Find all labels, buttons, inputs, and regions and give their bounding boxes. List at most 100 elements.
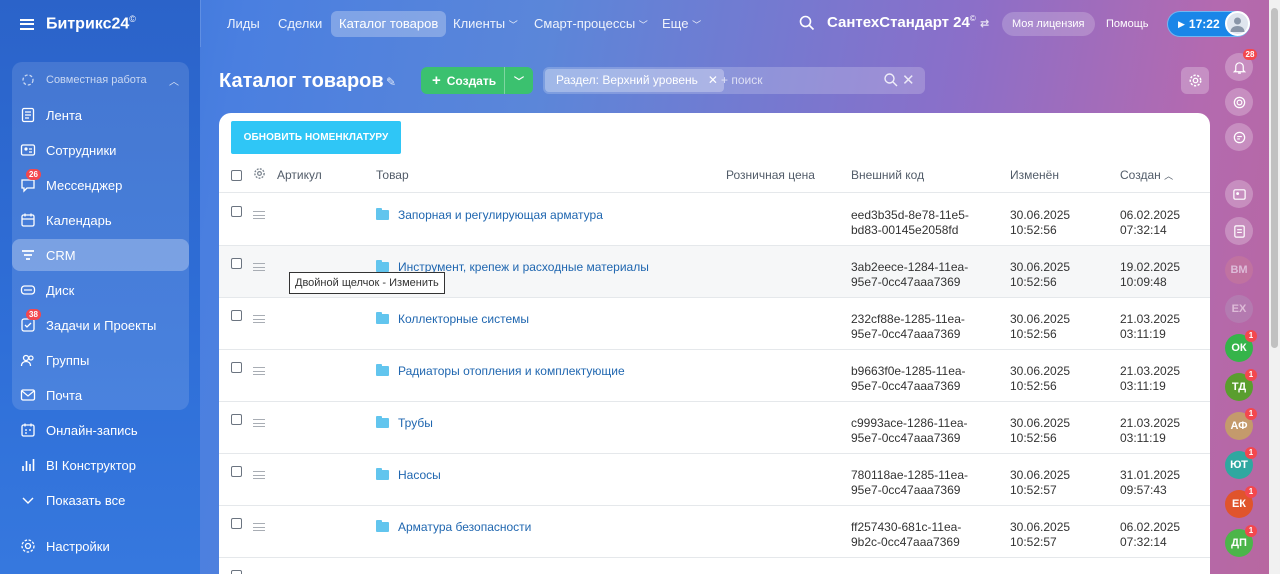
column-article[interactable]: Артикул bbox=[277, 168, 322, 182]
row-menu-icon[interactable] bbox=[253, 419, 265, 427]
product-name-link[interactable]: Коллекторные системы bbox=[398, 312, 529, 326]
columns-gear-icon[interactable] bbox=[253, 167, 266, 183]
table-row[interactable]: Коллекторные системы 232cf88e-1285-11ea- 9… bbox=[219, 298, 1210, 350]
table-row[interactable]: Радиаторы отопления и комплектующие b9663… bbox=[219, 350, 1210, 402]
chat-button[interactable] bbox=[1225, 123, 1253, 151]
sidebar-item-tasks[interactable]: 38 Задачи и Проекты bbox=[12, 309, 189, 341]
groups-icon bbox=[20, 352, 36, 368]
logo[interactable]: Битрикс24© bbox=[20, 14, 136, 34]
help-button[interactable]: Помощь bbox=[1096, 12, 1159, 36]
chat-avatar[interactable]: АФ 1 bbox=[1225, 408, 1257, 440]
chevron-down-icon: ﹀ bbox=[508, 20, 518, 30]
sidebar-item-crm[interactable]: CRM bbox=[12, 239, 189, 271]
row-checkbox[interactable] bbox=[231, 414, 242, 425]
row-checkbox[interactable] bbox=[231, 518, 242, 529]
sidebar-group-header[interactable]: Совместная работа ︿ bbox=[12, 64, 189, 96]
sidebar-item-feed[interactable]: Лента bbox=[12, 99, 189, 131]
notes-button[interactable] bbox=[1225, 217, 1253, 245]
row-checkbox[interactable] bbox=[231, 466, 242, 477]
sidebar-item-employees[interactable]: Сотрудники bbox=[12, 134, 189, 166]
tab-more[interactable]: Еще ﹀ bbox=[654, 11, 709, 37]
chat-avatar[interactable]: ЮТ 1 bbox=[1225, 447, 1257, 479]
select-all-checkbox[interactable] bbox=[231, 170, 242, 181]
product-name-link[interactable]: Трубы bbox=[398, 416, 433, 430]
row-menu-icon[interactable] bbox=[253, 471, 265, 479]
ext-code-cell: 780118ae-1285-11ea- 95e7-0cc47aaa7369 bbox=[851, 468, 968, 497]
tab-catalog[interactable]: Каталог товаров bbox=[331, 11, 447, 37]
table-row[interactable]: Трубы c9993ace-1286-11ea- 95e7-0cc47aaa736… bbox=[219, 402, 1210, 454]
search-icon[interactable] bbox=[883, 72, 899, 88]
tab-clients[interactable]: Клиенты ﹀ bbox=[445, 11, 526, 37]
notifications-badge: 28 bbox=[1243, 49, 1257, 60]
row-menu-icon[interactable] bbox=[253, 263, 265, 271]
column-created[interactable]: Создан ︿ bbox=[1120, 168, 1173, 182]
avatar-initials: ДП bbox=[1231, 537, 1247, 549]
sidebar-item-settings[interactable]: Настройки bbox=[12, 530, 189, 562]
folder-icon bbox=[376, 208, 389, 220]
product-name-link[interactable]: Арматура безопасности bbox=[398, 520, 531, 534]
close-icon[interactable]: ✕ bbox=[708, 69, 718, 92]
sidebar-item-calendar[interactable]: Календарь bbox=[12, 204, 189, 236]
chat-avatar[interactable]: ВМ bbox=[1225, 256, 1253, 284]
page-settings-button[interactable] bbox=[1181, 67, 1209, 94]
clear-icon[interactable]: ✕ bbox=[902, 71, 915, 89]
avatar-initials: ЕК bbox=[1231, 498, 1247, 510]
sidebar-item-disk[interactable]: Диск bbox=[12, 274, 189, 306]
chat-avatar[interactable]: ЕХ bbox=[1225, 295, 1253, 323]
pin-icon[interactable]: ✎ bbox=[386, 75, 396, 89]
license-button[interactable]: Моя лицензия bbox=[1002, 12, 1095, 36]
create-button[interactable]: + Создать ﹀ bbox=[421, 67, 533, 94]
tab-leads[interactable]: Лиды bbox=[219, 11, 268, 37]
filter-search-box[interactable]: Раздел: Верхний уровень ✕ + поиск ✕ bbox=[543, 67, 925, 94]
play-icon: ▶ bbox=[1178, 18, 1185, 29]
tab-deals[interactable]: Сделки bbox=[270, 11, 330, 37]
chevron-down-icon[interactable]: ﹀ bbox=[505, 73, 533, 88]
company-name[interactable]: СантехСтандарт 24© ⇄ bbox=[827, 14, 989, 31]
row-menu-icon[interactable] bbox=[253, 211, 265, 219]
column-modified[interactable]: Изменён bbox=[1010, 168, 1059, 182]
ext-code-cell: ff257430-681c-11ea- 9b2c-0cc47aaa7369 bbox=[851, 520, 962, 549]
row-menu-icon[interactable] bbox=[253, 523, 265, 531]
chat-avatar[interactable]: ДП 1 bbox=[1225, 525, 1257, 557]
sidebar-item-groups[interactable]: Группы bbox=[12, 344, 189, 376]
search-input[interactable]: + поиск bbox=[721, 73, 762, 87]
column-ext-code[interactable]: Внешний код bbox=[851, 168, 924, 182]
row-checkbox[interactable] bbox=[231, 258, 242, 269]
row-checkbox[interactable] bbox=[231, 310, 242, 321]
row-menu-icon[interactable] bbox=[253, 315, 265, 323]
contacts-button[interactable] bbox=[1225, 180, 1253, 208]
sidebar-item-messenger[interactable]: 26 Мессенджер bbox=[12, 169, 189, 201]
row-checkbox[interactable] bbox=[231, 362, 242, 373]
product-name-link[interactable]: Запорная и регулирующая арматура bbox=[398, 208, 603, 222]
table-row[interactable]: Запорная и регулирующая арматура eed3b35d… bbox=[219, 194, 1210, 246]
column-product[interactable]: Товар bbox=[376, 168, 409, 182]
user-avatar[interactable] bbox=[1225, 11, 1250, 36]
menu-icon[interactable] bbox=[20, 18, 34, 30]
chat-avatar[interactable]: ОК 1 bbox=[1225, 330, 1257, 362]
sidebar-item-mail[interactable]: Почта bbox=[12, 379, 189, 411]
filter-chip[interactable]: Раздел: Верхний уровень ✕ bbox=[545, 69, 724, 92]
activity-button[interactable] bbox=[1225, 88, 1253, 116]
page-scrollbar[interactable] bbox=[1269, 0, 1280, 574]
column-price[interactable]: Розничная цена bbox=[726, 168, 815, 182]
scroll-thumb[interactable] bbox=[1271, 8, 1278, 348]
sidebar-item-booking[interactable]: Онлайн-запись bbox=[12, 414, 189, 446]
gear-icon bbox=[20, 538, 36, 554]
chat-avatar[interactable]: ТД 1 bbox=[1225, 369, 1257, 401]
product-name-link[interactable]: Насосы bbox=[398, 468, 441, 482]
sidebar-item-bi[interactable]: BI Конструктор bbox=[12, 449, 189, 481]
refresh-nomenclature-button[interactable]: ОБНОВИТЬ НОМЕНКЛАТУРУ bbox=[231, 121, 401, 154]
table-row[interactable]: Насосы 780118ae-1285-11ea- 95e7-0cc47aaa73… bbox=[219, 454, 1210, 506]
sidebar-show-all[interactable]: Показать все bbox=[12, 484, 189, 516]
row-checkbox[interactable] bbox=[231, 206, 242, 217]
create-main[interactable]: + Создать bbox=[421, 67, 505, 94]
tab-smart-processes[interactable]: Смарт-процессы ﹀ bbox=[526, 11, 656, 37]
notifications-button[interactable]: 28 bbox=[1225, 49, 1257, 81]
search-icon[interactable] bbox=[798, 14, 816, 32]
product-name-link[interactable]: Радиаторы отопления и комплектующие bbox=[398, 364, 625, 378]
chevron-up-icon[interactable]: ︿ bbox=[169, 73, 179, 88]
row-menu-icon[interactable] bbox=[253, 367, 265, 375]
row-checkbox[interactable] bbox=[231, 570, 242, 574]
chat-avatar[interactable]: ЕК 1 bbox=[1225, 486, 1257, 518]
table-row[interactable]: Арматура безопасности ff257430-681c-11ea-… bbox=[219, 506, 1210, 558]
